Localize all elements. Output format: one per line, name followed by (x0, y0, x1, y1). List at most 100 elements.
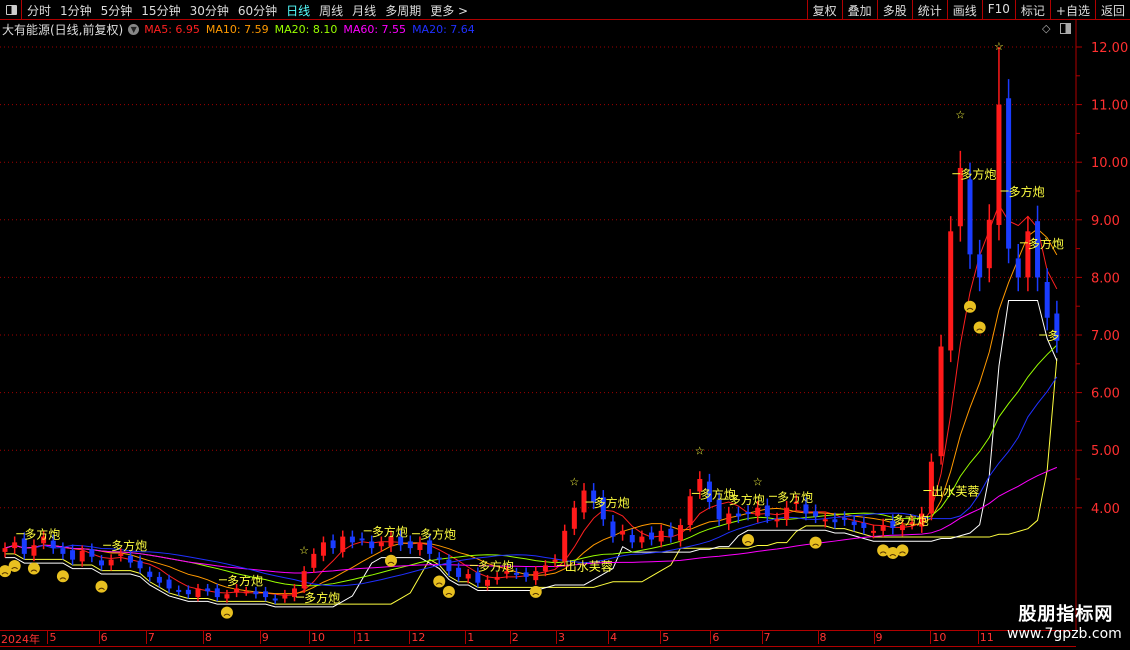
candle-body (1044, 282, 1050, 318)
star-icon: ☆ (569, 475, 579, 488)
candle-body (359, 538, 365, 541)
star-icon: ☆ (299, 544, 309, 557)
candle-body (176, 589, 182, 592)
date-axis-label: 11 (977, 631, 994, 644)
price-tick-label: 12.00 (1091, 41, 1128, 56)
candle-body (311, 553, 317, 568)
candle-body (349, 536, 355, 543)
candle-body (205, 588, 211, 592)
candle-body (871, 530, 876, 533)
ma-line-ma10 (4, 228, 1058, 595)
signal-label: 多方炮 (111, 538, 147, 553)
candle-body (861, 522, 867, 528)
signal-label: 多方炮 (893, 512, 929, 527)
candle-body (79, 551, 85, 562)
signal-label: 多方炮 (594, 495, 630, 510)
sad-face-icon (27, 562, 40, 575)
candle-body (986, 219, 992, 269)
signal-label: 多方炮 (729, 492, 765, 507)
candle-body (851, 521, 857, 526)
sad-face-icon (442, 585, 455, 598)
candle-body (446, 559, 452, 572)
candle-body (523, 572, 529, 577)
candle-body (224, 594, 230, 599)
candle-body (127, 555, 133, 563)
sad-face-icon (964, 300, 976, 313)
candle-body (50, 540, 56, 549)
candle-body (620, 530, 626, 535)
sad-face-icon (56, 570, 69, 583)
date-axis-label: 10 (308, 631, 325, 644)
candle-body (185, 589, 191, 595)
candle-body (774, 519, 780, 522)
candle-body (629, 534, 635, 543)
signal-label: 多方炮 (372, 524, 408, 539)
candle-body (687, 496, 693, 526)
date-axis-label: 2024年 (1, 633, 40, 646)
signal-label: 出水芙蓉 (931, 485, 979, 499)
signal-label: 多方炮 (960, 167, 996, 182)
candle-body (494, 576, 500, 580)
signal-label: 多 (1047, 329, 1059, 343)
candle-body (417, 542, 423, 551)
candle-body (977, 254, 983, 278)
sad-face-icon (8, 559, 21, 572)
signal-label: 多方炮 (1009, 184, 1045, 199)
candle-body (369, 541, 375, 549)
price-tick-label: 6.00 (1091, 387, 1120, 402)
candle-body (571, 507, 577, 529)
date-axis-label: 3 (556, 631, 565, 644)
date-axis-label: 9 (873, 631, 883, 644)
date-axis-label: 5 (47, 631, 57, 644)
support-step-line-white (5, 299, 1058, 608)
date-axis-label: 8 (202, 631, 212, 644)
star-icon: ☆ (955, 108, 965, 121)
signal-label: 多方炮 (1028, 236, 1064, 251)
candle-body (658, 530, 664, 542)
date-axis-label: 7 (145, 631, 155, 644)
candle-body (234, 588, 240, 593)
kline-chart[interactable]: 12.00 11.00 10.00 9.00 8.00 7.00 6.00 5.00 4.00 多… (0, 0, 1130, 630)
candle-body (784, 507, 790, 520)
price-tick-label: 11.00 (1091, 99, 1128, 114)
candle-body (996, 104, 1002, 225)
candle-body (668, 528, 674, 537)
price-tick-label: 8.00 (1091, 271, 1120, 286)
price-tick-label: 7.00 (1091, 329, 1120, 344)
sad-face-icon (809, 536, 822, 549)
candle-body (513, 572, 519, 575)
candle-body (2, 548, 8, 552)
candle-body (948, 231, 954, 351)
candle-body (108, 559, 114, 566)
candle-body (330, 540, 336, 549)
date-axis-label: 5 (660, 631, 670, 644)
candle-body (436, 557, 442, 560)
sad-face-icon (433, 575, 446, 588)
star-icon: ☆ (994, 40, 1004, 53)
date-axis-label: 10 (930, 631, 947, 644)
candle-body (427, 540, 433, 554)
candle-body (764, 505, 770, 517)
date-axis-label: 4 (608, 631, 618, 644)
candle-body (282, 594, 288, 599)
candle-body (99, 560, 104, 566)
date-axis-label: 2 (509, 631, 519, 644)
candle-body (562, 530, 568, 562)
sad-face-icon (529, 585, 542, 598)
price-tick-label: 10.00 (1091, 156, 1128, 171)
signal-label: 多方炮 (777, 489, 813, 504)
candle-body (475, 572, 481, 583)
candle-body (1006, 98, 1012, 249)
candle-body (214, 588, 220, 598)
candle-body (755, 507, 761, 516)
sad-face-icon (742, 534, 755, 547)
signal-label: 多方炮 (227, 573, 263, 588)
candle-body (118, 553, 124, 557)
signal-label: 出水芙蓉 (565, 559, 613, 573)
candle-body (456, 567, 462, 577)
candle-body (803, 504, 809, 514)
candle-body (166, 579, 172, 589)
candle-body (639, 536, 645, 543)
candle-body (340, 536, 346, 552)
date-axis-label: 7 (761, 631, 771, 644)
